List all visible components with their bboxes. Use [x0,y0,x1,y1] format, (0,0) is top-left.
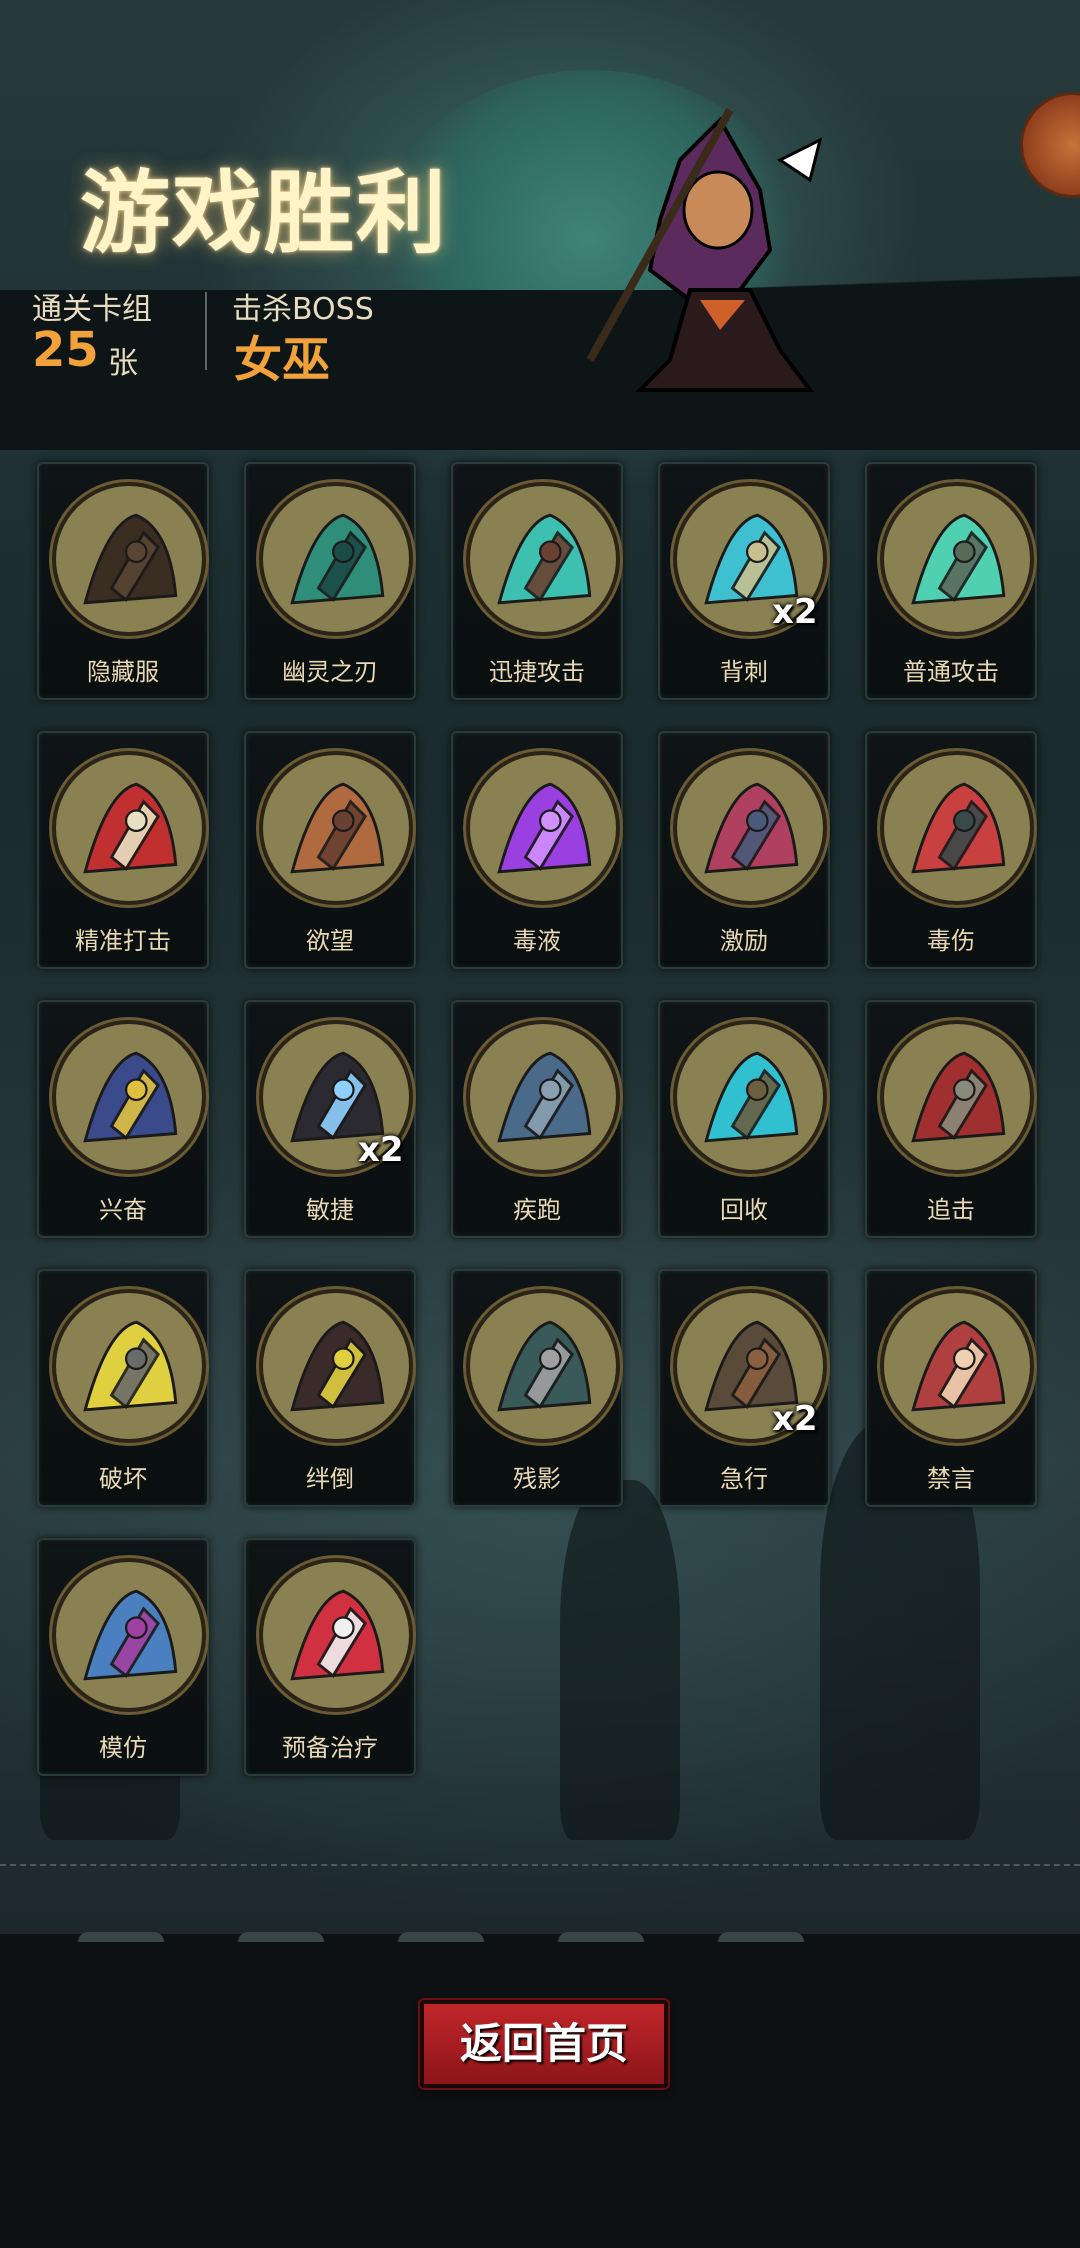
deck-card[interactable]: 欲望 [244,731,416,969]
card-label: 回收 [720,1196,768,1224]
card-label: 毒液 [513,927,561,955]
deck-card[interactable]: 毒伤 [865,731,1037,969]
deck-card[interactable]: 毒液 [451,731,623,969]
card-multiplier-badge: x2 [772,1399,818,1439]
card-label: 激励 [720,927,768,955]
deck-card[interactable]: 急行 x2 [658,1269,830,1507]
deck-card[interactable]: 激励 [658,731,830,969]
card-label: 欲望 [306,927,354,955]
card-label: 精准打击 [75,927,171,955]
card-label: 兴奋 [99,1196,147,1224]
chasing-rider-icon [880,1020,1034,1174]
deck-count: 25 [32,322,99,378]
deck-card[interactable]: 回收 [658,1000,830,1238]
card-label: 幽灵之刃 [282,658,378,686]
card-label: 绊倒 [306,1465,354,1493]
card-label: 预备治疗 [282,1734,378,1762]
card-label: 模仿 [99,1734,147,1762]
deck-card[interactable]: 破坏 [37,1269,209,1507]
card-multiplier-badge: x2 [772,592,818,632]
hammer-warrior-icon [673,751,827,905]
victory-title: 游戏胜利 [80,161,448,266]
card-label: 普通攻击 [903,658,999,686]
divider-line [0,1864,1080,1866]
deck-card[interactable]: 绊倒 [244,1269,416,1507]
deck-card[interactable]: 兴奋 [37,1000,209,1238]
venom-splash-icon [466,751,620,905]
hill-silhouette-base [0,290,1080,450]
witch-hunter-character-icon [586,108,823,392]
tree-silhouette [560,1480,680,1840]
card-label: 破坏 [99,1465,147,1493]
ghost-dagger-icon [259,482,413,636]
card-label: 禁言 [927,1465,975,1493]
octopus-poison-icon [880,751,1034,905]
stat-divider [205,292,207,370]
card-label: 背刺 [720,658,768,686]
hood-cloak-icon [52,482,206,636]
deck-card[interactable]: 精准打击 [37,731,209,969]
boomerang-icon [673,1020,827,1174]
silence-girl-icon [880,1289,1034,1443]
deck-card[interactable]: 隐藏服 [37,462,209,700]
target-arrows-icon [52,751,206,905]
deck-unit: 张 [108,346,138,381]
sprinting-rat-icon [466,1020,620,1174]
deck-card[interactable]: 禁言 [865,1269,1037,1507]
goblin-mimic-icon [52,1558,206,1712]
deck-card[interactable]: 模仿 [37,1538,209,1776]
trip-boot-icon [259,1289,413,1443]
card-label: 敏捷 [306,1196,354,1224]
card-label: 隐藏服 [87,658,159,686]
spears-icon [880,482,1034,636]
boss-name: 女巫 [234,332,331,388]
card-label: 毒伤 [927,927,975,955]
return-home-button[interactable]: 返回首页 [420,2000,668,2088]
deck-card[interactable]: 残影 [451,1269,623,1507]
heart-heal-icon [259,1558,413,1712]
deck-card[interactable]: 预备治疗 [244,1538,416,1776]
deck-card[interactable]: 背刺 x2 [658,462,830,700]
smash-hammer-icon [52,1289,206,1443]
card-label: 急行 [720,1465,768,1493]
deck-card[interactable]: 幽灵之刃 [244,462,416,700]
deck-card[interactable]: 迅捷攻击 [451,462,623,700]
deck-card[interactable]: 敏捷 x2 [244,1000,416,1238]
deck-card[interactable]: 普通攻击 [865,462,1037,700]
bottom-bar [0,1934,1080,2248]
greedy-toad-icon [259,751,413,905]
swift-axe-icon [466,482,620,636]
card-label: 残影 [513,1465,561,1493]
deck-card[interactable]: 追击 [865,1000,1037,1238]
card-multiplier-badge: x2 [358,1130,404,1170]
excited-dwarf-icon [52,1020,206,1174]
card-label: 追击 [927,1196,975,1224]
card-label: 疾跑 [513,1196,561,1224]
card-label: 迅捷攻击 [489,658,585,686]
deck-card[interactable]: 疾跑 [451,1000,623,1238]
afterimage-hoods-icon [466,1289,620,1443]
